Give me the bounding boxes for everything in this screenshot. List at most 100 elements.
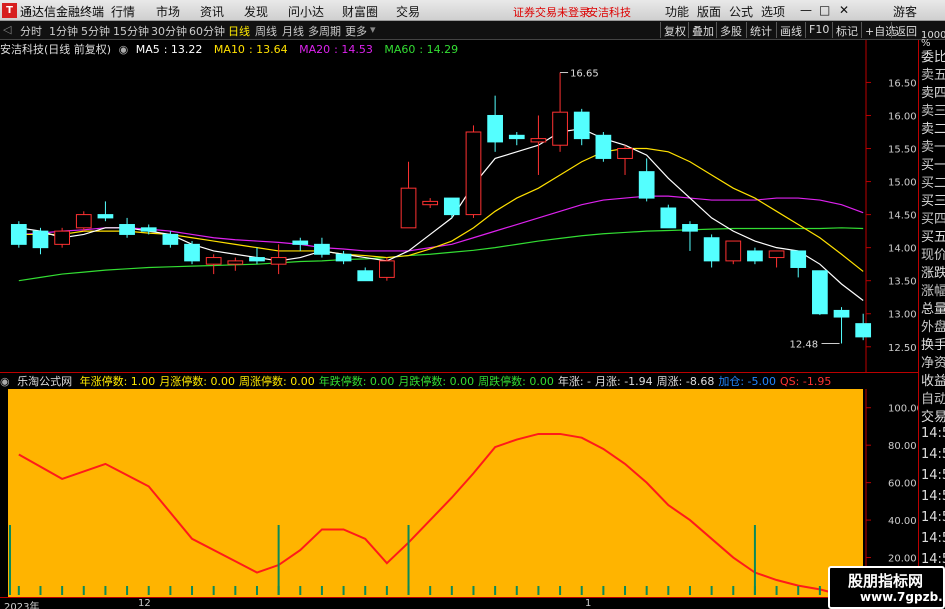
volume-label: 1000	[921, 30, 945, 41]
candle	[682, 221, 698, 251]
candle	[119, 217, 135, 238]
period-tab[interactable]: 1分钟	[49, 23, 78, 39]
legend-dot-icon: ◉	[0, 375, 10, 388]
menu-shichang[interactable]: 市场	[156, 3, 180, 20]
watermark-url: www.7gpzb.com	[860, 590, 945, 604]
down-candle-body	[855, 323, 872, 338]
down-candle-body	[97, 214, 114, 219]
candle	[10, 221, 27, 248]
fuquan-button[interactable]: 复权	[660, 22, 689, 38]
quote-panel: % 1000 委比 卖五 卖四 卖三 卖二 卖一 买一 买二 买三 买四 买五 现价 涨跌 涨幅 总量 外盘 换手净…	[918, 30, 945, 609]
period-tab-selected[interactable]: 日线	[228, 23, 250, 39]
candle	[227, 257, 244, 271]
terminal-window: T 通达信金融终端 行情 市场 资讯 发现 问小达 财富圈 交易 证券交易未登录…	[0, 0, 945, 609]
up-candle-body	[205, 257, 222, 265]
period-tab[interactable]: 周线	[255, 23, 277, 39]
ma60-value: 14.29	[426, 43, 459, 56]
ma5-line	[18, 128, 864, 301]
indicator-name[interactable]: 乐淘公式网	[17, 375, 72, 388]
toolbar-back-icon[interactable]: ◁	[3, 23, 11, 36]
menu-banmian[interactable]: 版面	[697, 3, 721, 20]
candle	[54, 227, 70, 248]
down-candle-body	[443, 197, 460, 216]
ma-legend: 安洁科技(日线 前复权) ◉ MA5: 13.22 MA10: 13.64 MA…	[0, 41, 466, 56]
price-tick-label: 16.00	[888, 111, 917, 122]
indicator-value: 周涨停数: 0.00	[239, 375, 315, 388]
candle	[833, 307, 850, 344]
period-tab[interactable]: 15分钟	[113, 23, 149, 39]
back-button[interactable]: 返回	[891, 22, 920, 38]
menu-zixun[interactable]: 资讯	[200, 3, 224, 20]
menu-faxian[interactable]: 发现	[244, 3, 268, 20]
price-tick-label: 15.00	[888, 178, 917, 189]
down-candle-body	[595, 134, 612, 159]
period-tab[interactable]: 月线	[282, 23, 304, 39]
up-candle-body	[530, 138, 547, 143]
quote-field-label: 委比	[921, 50, 945, 65]
maximize-icon[interactable]: □	[819, 3, 830, 17]
candle	[790, 250, 807, 278]
overlay-button[interactable]: 叠加	[688, 22, 717, 38]
candle	[465, 125, 482, 218]
indicator-legend: ◉ 乐淘公式网 年涨停数: 1.00 月涨停数: 0.00 周涨停数: 0.00 年跌…	[0, 372, 918, 389]
menu-bar: T 通达信金融终端 行情 市场 资讯 发现 问小达 财富圈 交易 证券交易未登录…	[0, 0, 945, 21]
indicator-value: 加仓: -5.00	[718, 375, 777, 388]
close-icon[interactable]: ✕	[839, 3, 849, 17]
price-tick-label: 13.50	[888, 277, 917, 288]
price-tick-label: 13.00	[888, 310, 917, 321]
candle	[703, 234, 720, 268]
quote-field-label: 净资	[921, 356, 945, 371]
stats-button[interactable]: 统计	[746, 22, 775, 38]
kline-chart[interactable]: 16.50 16.00 15.50 15.00 14.50 14.00 13.50 13.00…	[0, 40, 918, 372]
indicator-tick-label: 60.00	[888, 479, 917, 490]
mark-button[interactable]: 标记	[832, 22, 861, 38]
menu-gongneng[interactable]: 功能	[665, 3, 689, 20]
quote-field-label: 交易	[921, 410, 945, 425]
up-candle-body	[227, 260, 244, 265]
candle	[75, 211, 92, 232]
candle	[530, 115, 547, 175]
menu-caifuquan[interactable]: 财富圈	[342, 3, 378, 20]
indicator-value: 年涨停数: 1.00	[79, 375, 156, 388]
ma5-name: MA5	[135, 43, 160, 56]
chevron-down-icon[interactable]: ▾	[370, 23, 376, 36]
candle	[379, 257, 395, 281]
indicator-tick-label: 80.00	[888, 441, 917, 452]
login-notice[interactable]: 证券交易未登录	[513, 4, 590, 20]
down-candle-body	[682, 224, 698, 232]
multi-stock-button[interactable]: 多股	[716, 22, 745, 38]
up-candle-body	[552, 111, 568, 146]
up-candle-body	[379, 260, 395, 278]
period-tab[interactable]: 多周期	[308, 23, 341, 39]
candle	[487, 95, 503, 152]
minimize-icon[interactable]: —	[800, 3, 812, 17]
candle	[617, 145, 633, 175]
period-tab[interactable]: 分时	[20, 23, 42, 39]
f10-button[interactable]: F10	[805, 22, 832, 38]
period-tab[interactable]: 5分钟	[81, 23, 110, 39]
date-label: 12	[138, 598, 151, 609]
candle	[768, 250, 785, 268]
price-tick-label: 14.00	[888, 244, 917, 255]
menu-xuanxiang[interactable]: 选项	[761, 3, 785, 20]
menu-jiaoyi[interactable]: 交易	[396, 3, 420, 20]
indicator-chart[interactable]: 100.00 80.00 60.00 40.00 20.00	[0, 389, 918, 597]
draw-line-button[interactable]: 画线	[776, 22, 805, 38]
period-tab[interactable]: 30分钟	[151, 23, 187, 39]
candle	[357, 267, 374, 282]
period-toolbar: ◁ 分时 1分钟 5分钟 15分钟 30分钟 60分钟 日线 周线 月线 多周期…	[0, 21, 945, 40]
period-tab[interactable]: 60分钟	[189, 23, 225, 39]
candle	[660, 204, 677, 229]
menu-gongshi[interactable]: 公式	[729, 3, 753, 20]
quote-field-label: 涨幅	[921, 284, 945, 299]
trade-time: 14:56	[921, 531, 945, 546]
indicator-tick-label: 20.00	[888, 554, 917, 565]
candle	[97, 201, 114, 222]
period-tab-more[interactable]: 更多	[345, 23, 367, 39]
ma10-legend: MA10: 13.64	[213, 43, 288, 56]
menu-wenxiaoda[interactable]: 问小达	[288, 3, 324, 20]
menu-hangqing[interactable]: 行情	[111, 3, 135, 20]
down-candle-body	[335, 253, 352, 262]
price-tick-label: 16.50	[888, 78, 917, 89]
guest-label[interactable]: 游客	[893, 3, 917, 20]
